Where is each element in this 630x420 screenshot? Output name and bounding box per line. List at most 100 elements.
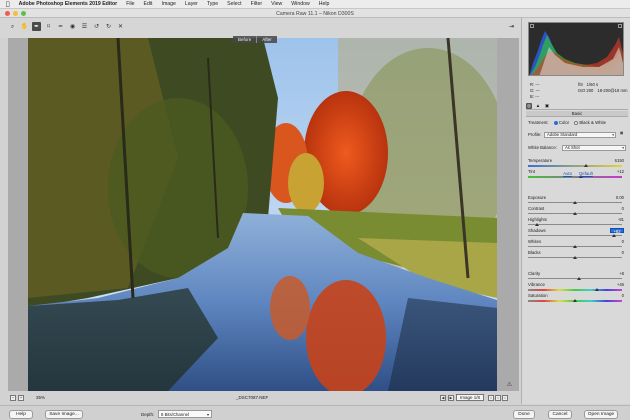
apple-icon[interactable]:  <box>6 1 10 8</box>
whites-value-field[interactable]: 0 <box>610 239 624 244</box>
before-tab[interactable]: Before <box>233 36 257 43</box>
white-balance-value: As Shot <box>565 145 580 150</box>
red-eye-tool-icon[interactable]: ◉ <box>68 22 77 31</box>
default-link[interactable]: Default <box>579 171 593 176</box>
preview-canvas[interactable] <box>8 38 519 391</box>
crop-tool-icon[interactable]: ⌑ <box>44 22 53 31</box>
hand-tool-icon[interactable]: ✋ <box>20 22 29 31</box>
shadows-value-field[interactable]: +82 <box>610 227 624 234</box>
photo-preview[interactable] <box>28 38 497 391</box>
menu-image[interactable]: Image <box>162 1 176 7</box>
b-value: --- <box>535 94 540 99</box>
rotate-right-icon[interactable]: ↻ <box>104 22 113 31</box>
clarity-track[interactable] <box>528 278 622 280</box>
prev-image-button[interactable]: ◀ <box>440 394 446 401</box>
shadows-track[interactable] <box>528 235 622 237</box>
bottom-bar: Help Save Image... Depth: 8 Bits/Channel… <box>0 405 630 420</box>
shadow-clipping-toggle[interactable] <box>530 24 534 28</box>
after-tab[interactable]: After <box>256 36 277 43</box>
menu-filter[interactable]: Filter <box>251 1 263 7</box>
contrast-thumb[interactable] <box>573 211 577 215</box>
autumn-river-photo <box>28 38 497 391</box>
vibrance-track[interactable] <box>528 289 622 291</box>
bw-radio[interactable] <box>574 120 579 125</box>
zoom-in-button[interactable]: + <box>18 394 24 401</box>
whites-slider[interactable]: Whites 0 <box>528 239 628 250</box>
preview-status-bar: − + 35% _DSC7087.NEF ◀ ▶ Image 1/8 ☆ ☆ ☆ <box>8 393 519 402</box>
save-image-button[interactable]: Save Image... <box>45 410 83 419</box>
menu-file[interactable]: File <box>126 1 134 7</box>
menu-window[interactable]: Window <box>291 1 309 7</box>
zoom-level[interactable]: 35% <box>36 395 45 400</box>
saturation-thumb[interactable] <box>573 298 577 302</box>
r-value: --- <box>535 82 540 87</box>
camera-calibration-tab-icon[interactable]: ▣ <box>544 103 550 109</box>
menu-app-name[interactable]: Adobe Photoshop Elements 2019 Editor <box>19 1 118 7</box>
whites-thumb[interactable] <box>573 244 577 248</box>
warning-icon[interactable]: ⚠ <box>505 381 514 390</box>
vibrance-slider[interactable]: Vibrance +46 <box>528 282 628 293</box>
next-image-button[interactable]: ▶ <box>448 394 454 401</box>
basic-tab-icon[interactable]: ◎ <box>526 102 532 109</box>
rotate-left-icon[interactable]: ↺ <box>92 22 101 31</box>
white-balance-select[interactable]: As Shot ▾ <box>562 145 626 151</box>
preferences-icon[interactable]: ☰ <box>80 22 89 31</box>
temperature-thumb[interactable] <box>584 163 589 167</box>
menu-layer[interactable]: Layer <box>185 1 198 7</box>
zoom-tool-icon[interactable]: ⌕ <box>8 22 17 31</box>
saturation-value-field[interactable]: 0 <box>610 293 624 298</box>
done-button[interactable]: Done <box>513 410 535 419</box>
clarity-value-field[interactable]: +8 <box>610 271 624 276</box>
highlights-track[interactable] <box>528 224 622 226</box>
exposure-value-field[interactable]: 0.00 <box>610 195 624 200</box>
temperature-value-field[interactable]: 6150 <box>610 158 624 163</box>
adjustments-panel: R: --- G: --- B: --- f/8 1/60 s ISO 200 18… <box>521 18 630 404</box>
highlights-thumb[interactable] <box>535 222 540 226</box>
profile-select[interactable]: Adobe Standard ▾ <box>544 132 616 138</box>
menu-edit[interactable]: Edit <box>144 1 153 7</box>
vibrance-thumb[interactable] <box>594 287 599 291</box>
contrast-slider[interactable]: Contrast 0 <box>528 206 628 217</box>
before-after-toggle: Before After <box>233 36 277 43</box>
auto-link[interactable]: Auto <box>563 171 572 176</box>
tint-track[interactable] <box>528 176 622 178</box>
shadows-thumb[interactable] <box>611 233 616 237</box>
zoom-out-button[interactable]: − <box>10 394 16 401</box>
blacks-slider[interactable]: Blacks 0 <box>528 250 628 261</box>
blacks-thumb[interactable] <box>573 255 577 259</box>
open-image-button[interactable]: Open Image <box>584 410 618 419</box>
saturation-slider[interactable]: Saturation 0 <box>528 293 628 304</box>
view-button-2[interactable]: ☆ <box>495 394 501 401</box>
profile-browser-icon[interactable]: ▦ <box>618 131 627 139</box>
color-radio[interactable] <box>553 120 558 125</box>
view-button-3[interactable]: ☆ <box>502 394 508 401</box>
contrast-value-field[interactable]: 0 <box>610 206 624 211</box>
blacks-value-field[interactable]: 0 <box>610 250 624 255</box>
temperature-track[interactable] <box>528 165 622 167</box>
zoom-buttons: − + <box>10 394 24 401</box>
delete-icon[interactable]: ✕ <box>116 22 125 31</box>
detail-tab-icon[interactable]: ▲ <box>535 103 541 109</box>
clarity-slider[interactable]: Clarity +8 <box>528 271 628 282</box>
toggle-fullscreen-icon[interactable]: ⇥ <box>507 22 516 31</box>
shadows-slider[interactable]: Shadows +82 <box>528 227 628 239</box>
highlights-value-field[interactable]: -81 <box>610 217 624 222</box>
vibrance-value-field[interactable]: +46 <box>610 282 624 287</box>
cancel-button[interactable]: Cancel <box>548 410 572 419</box>
help-button[interactable]: Help <box>9 410 33 419</box>
highlights-slider[interactable]: Highlights -81 <box>528 217 628 228</box>
menu-select[interactable]: Select <box>227 1 241 7</box>
menu-type[interactable]: Type <box>207 1 218 7</box>
rgb-readout: R: --- G: --- B: --- f/8 1/60 s ISO 200 18… <box>530 82 627 100</box>
menu-view[interactable]: View <box>271 1 282 7</box>
clarity-thumb[interactable] <box>576 276 581 280</box>
exposure-thumb[interactable] <box>573 200 577 204</box>
view-button-1[interactable]: ☆ <box>488 394 494 401</box>
temperature-slider[interactable]: Temperature 6150 <box>528 158 628 169</box>
straighten-tool-icon[interactable]: ━ <box>56 22 65 31</box>
white-balance-tool-icon[interactable]: ✒ <box>32 22 41 31</box>
depth-select[interactable]: 8 Bits/Channel ▾ <box>158 410 212 418</box>
highlight-clipping-toggle[interactable] <box>618 24 622 28</box>
exposure-slider[interactable]: Exposure 0.00 <box>528 195 628 206</box>
menu-help[interactable]: Help <box>319 1 330 7</box>
